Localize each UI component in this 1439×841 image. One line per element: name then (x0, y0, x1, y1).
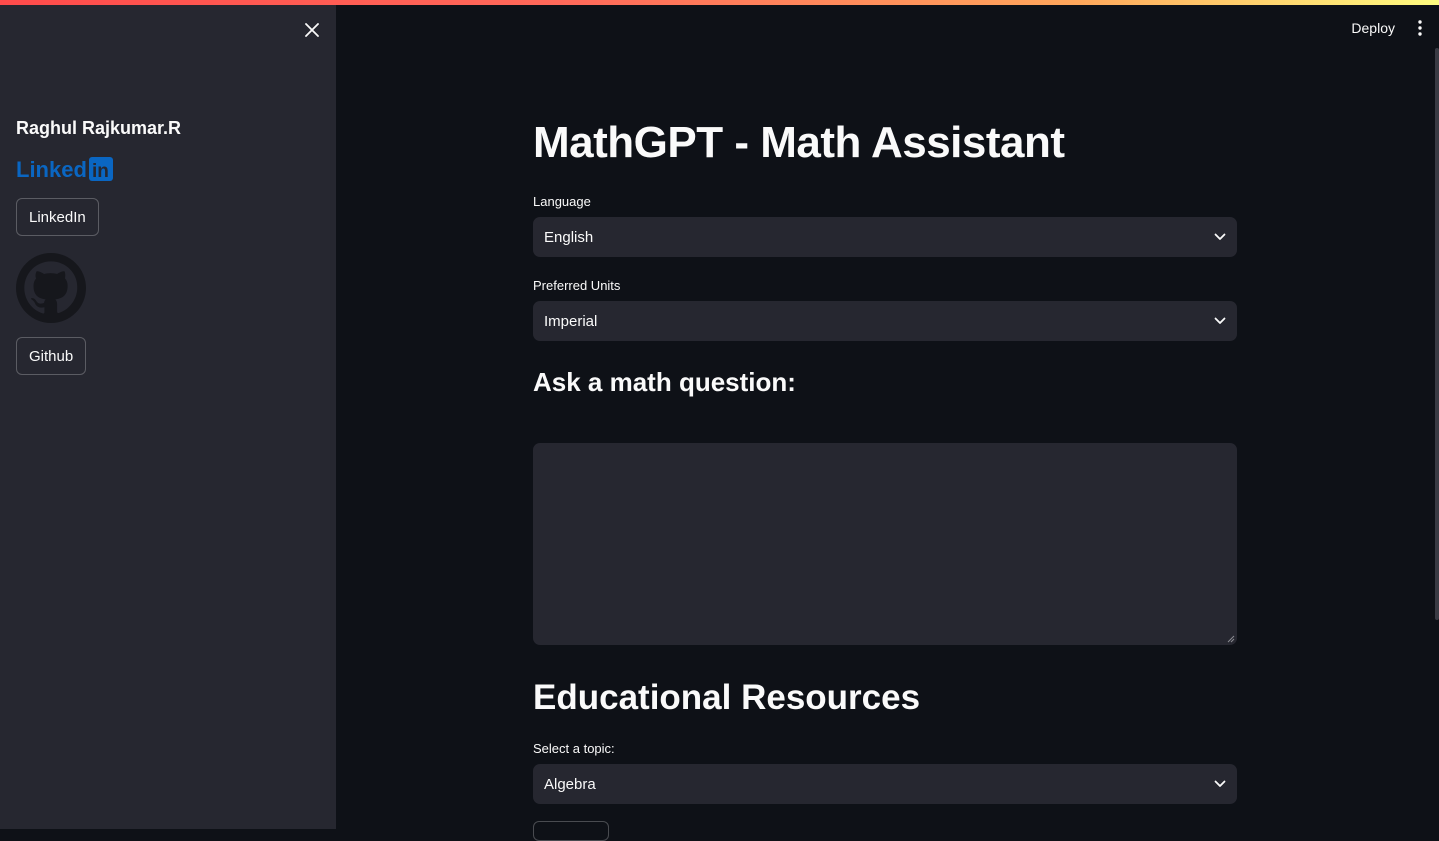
partially-visible-button[interactable] (533, 821, 609, 841)
main-menu-button[interactable] (1413, 16, 1427, 40)
github-button[interactable]: Github (16, 337, 87, 375)
question-heading: Ask a math question: (533, 367, 796, 397)
resources-heading: Educational Resources (533, 678, 921, 717)
units-label: Preferred Units (533, 278, 621, 293)
topic-select-value: Algebra (544, 775, 596, 793)
linkedin-logo: Linked in (16, 156, 116, 182)
language-select[interactable]: English (533, 217, 1237, 257)
chevron-down-icon (1214, 780, 1226, 787)
chevron-down-icon (1214, 317, 1226, 324)
close-sidebar-button[interactable] (301, 19, 323, 41)
kebab-menu-icon (1418, 20, 1422, 36)
top-decoration-bar (0, 0, 1439, 5)
linkedin-logo-in: in (92, 161, 109, 182)
deploy-button[interactable]: Deploy (1351, 20, 1395, 36)
language-select-value: English (544, 228, 594, 246)
app-header-actions: Deploy (1351, 16, 1427, 40)
page-scrollbar[interactable] (1435, 48, 1439, 620)
close-icon (305, 23, 319, 37)
github-logo (16, 253, 86, 323)
units-select-value: Imperial (544, 312, 598, 330)
chevron-down-icon (1214, 233, 1226, 240)
units-select[interactable]: Imperial (533, 301, 1237, 341)
linkedin-button[interactable]: LinkedIn (16, 198, 99, 236)
page-title: MathGPT - Math Assistant (533, 118, 1065, 167)
resize-grip-icon[interactable] (1227, 635, 1235, 643)
linkedin-logo-text: Linked (16, 157, 87, 182)
sidebar: Raghul Rajkumar.R Linked in LinkedIn Git… (0, 0, 336, 829)
question-textarea[interactable] (533, 443, 1237, 645)
topic-label: Select a topic: (533, 741, 615, 756)
topic-select[interactable]: Algebra (533, 764, 1237, 804)
language-label: Language (533, 194, 591, 209)
profile-name: Raghul Rajkumar.R (16, 118, 182, 138)
